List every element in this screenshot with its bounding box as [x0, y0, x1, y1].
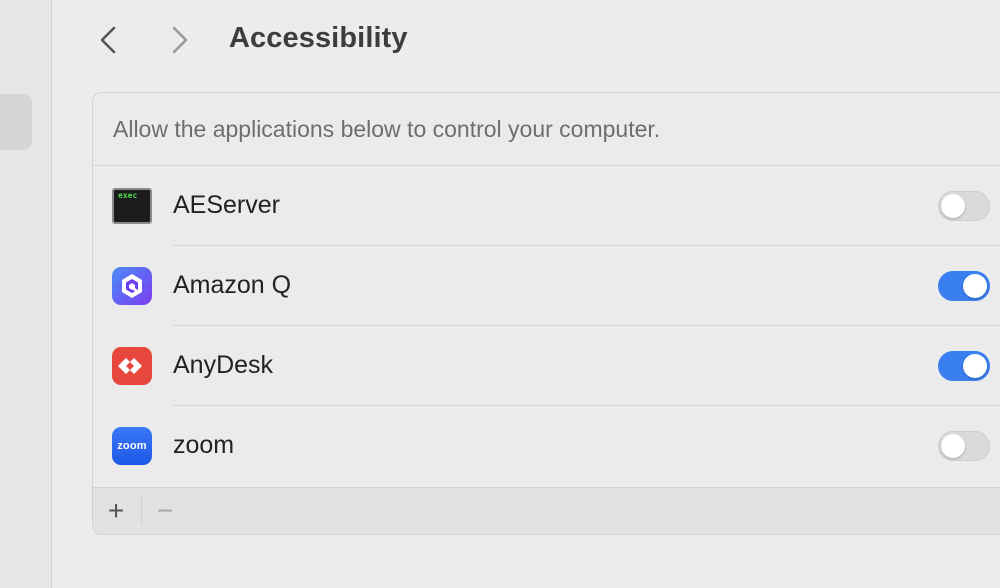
aeserver-toggle[interactable]: [938, 191, 990, 221]
sidebar: [0, 0, 52, 588]
app-row-zoom: zoom zoom: [93, 406, 1000, 486]
zoom-toggle[interactable]: [938, 431, 990, 461]
toggle-knob: [963, 354, 987, 378]
remove-app-button[interactable]: −: [142, 488, 188, 534]
toggle-knob: [963, 274, 987, 298]
amazon-q-toggle[interactable]: [938, 271, 990, 301]
zoom-icon-label: zoom: [117, 440, 147, 452]
app-row-aeserver: exec AEServer: [93, 166, 1000, 246]
app-name: Amazon Q: [173, 271, 292, 299]
chevron-right-icon: [172, 26, 188, 54]
panel-description: Allow the applications below to control …: [93, 93, 1000, 166]
exec-icon-label: exec: [118, 191, 138, 200]
amazon-q-icon: [112, 267, 152, 305]
accessibility-apps-panel: Allow the applications below to control …: [92, 92, 1000, 535]
zoom-icon: zoom: [112, 427, 152, 465]
panel-footer: + −: [93, 487, 1000, 534]
forward-button[interactable]: [162, 20, 198, 60]
chevron-left-icon: [100, 26, 116, 54]
app-name: zoom: [173, 431, 235, 459]
anydesk-toggle[interactable]: [938, 351, 990, 381]
page-title: Accessibility: [229, 22, 408, 54]
app-name: AEServer: [173, 191, 280, 219]
back-button[interactable]: [90, 20, 126, 60]
anydesk-icon: [112, 347, 152, 385]
toggle-knob: [941, 434, 965, 458]
toggle-knob: [941, 194, 965, 218]
add-app-button[interactable]: +: [93, 488, 139, 534]
exec-terminal-icon: exec: [112, 187, 152, 225]
app-name: AnyDesk: [173, 351, 274, 379]
sidebar-selected-item[interactable]: [0, 94, 32, 150]
app-row-anydesk: AnyDesk: [93, 326, 1000, 406]
app-row-amazon-q: Amazon Q: [93, 246, 1000, 326]
